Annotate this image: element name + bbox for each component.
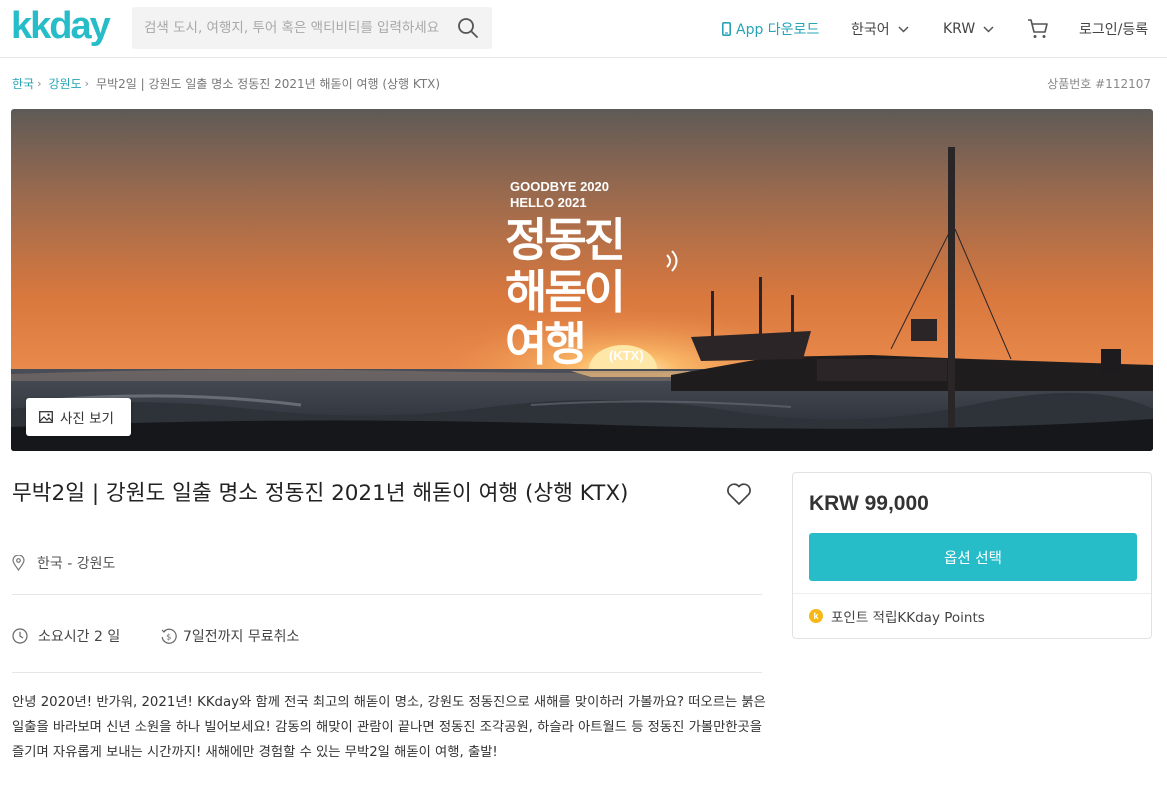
search-icon[interactable]: [457, 17, 479, 39]
product-title: 무박2일 | 강원도 일출 명소 정동진 2021년 해돋이 여행 (상행 KT…: [12, 481, 629, 506]
hero-big2: 해돋이: [505, 265, 623, 319]
divider: [12, 594, 762, 595]
cart-icon[interactable]: [1026, 17, 1050, 41]
price-card: KRW 99,000 옵션 선택 k 포인트 적립KKday Points: [792, 472, 1152, 639]
points-label: 포인트 적립KKday Points: [831, 610, 985, 626]
product-location: 한국 - 강원도: [12, 553, 115, 573]
chevron-right-icon: ›: [84, 77, 90, 90]
hero-line1: GOODBYE 2020: [510, 179, 609, 194]
breadcrumb-gangwon[interactable]: 강원도: [49, 75, 82, 92]
view-photos-label: 사진 보기: [60, 411, 114, 427]
search-input[interactable]: [132, 7, 442, 49]
cancellation-label: 7일전까지 무료취소: [183, 629, 300, 645]
kkday-coin-icon: k: [809, 609, 823, 623]
phone-icon: [722, 22, 731, 36]
product-number: 상품번호 #112107: [1047, 77, 1151, 91]
svg-text:kkday: kkday: [11, 7, 111, 47]
hero-big3: 여행: [505, 317, 584, 371]
breadcrumb-current: 무박2일 | 강원도 일출 명소 정동진 2021년 해돋이 여행 (상행 KT…: [96, 77, 441, 91]
heart-icon[interactable]: [726, 482, 752, 506]
location-label: 한국 - 강원도: [37, 556, 116, 572]
cancellation-info: $ 7일전까지 무료취소: [161, 626, 299, 646]
hero-big1: 정동진: [505, 213, 623, 267]
duration-info: 소요시간 2 일: [12, 626, 120, 646]
currency-label: KRW: [943, 21, 976, 37]
divider: [12, 672, 762, 673]
image-icon: [39, 411, 53, 423]
app-download-link[interactable]: App 다운로드: [722, 19, 819, 39]
product-description: 안녕 2020년! 반가워, 2021년! KKday와 함께 전국 최고의 해…: [12, 695, 766, 760]
site-header: kkday App 다운로드 한국어 KRW 로그인/등록: [0, 0, 1167, 58]
hero-tag: (KTX): [609, 348, 644, 363]
app-download-label: App 다운로드: [736, 22, 820, 38]
hero-image[interactable]: GOODBYE 2020 HELLO 2021 정동진 해돋이 여행 (KTX): [11, 109, 1153, 451]
sunrise-photo: GOODBYE 2020 HELLO 2021 정동진 해돋이 여행 (KTX): [11, 109, 1153, 451]
login-register-link[interactable]: 로그인/등록: [1079, 19, 1148, 39]
refund-icon: $: [161, 628, 177, 644]
location-pin-icon: [12, 555, 25, 571]
select-option-button[interactable]: 옵션 선택: [809, 533, 1137, 581]
kkday-logo-icon: kkday: [11, 7, 113, 47]
breadcrumb-korea[interactable]: 한국: [12, 75, 34, 92]
svg-text:$: $: [166, 633, 171, 642]
divider: [793, 593, 1151, 594]
currency-selector[interactable]: KRW: [943, 19, 994, 39]
chevron-down-icon: [898, 25, 909, 33]
login-label: 로그인/등록: [1079, 22, 1149, 38]
kkday-logo[interactable]: kkday: [11, 7, 113, 49]
breadcrumb: 한국 › 강원도 › 무박2일 | 강원도 일출 명소 정동진 2021년 해돋…: [12, 75, 440, 92]
points-info: k 포인트 적립KKday Points: [809, 606, 985, 626]
language-selector[interactable]: 한국어: [851, 19, 909, 39]
clock-icon: [12, 628, 28, 644]
language-label: 한국어: [851, 22, 890, 38]
chevron-right-icon: ›: [37, 77, 42, 90]
hero-line2: HELLO 2021: [510, 195, 587, 210]
price-value: KRW 99,000: [809, 492, 929, 515]
view-photos-button[interactable]: 사진 보기: [26, 398, 131, 436]
chevron-down-icon: [983, 25, 994, 33]
duration-label: 소요시간 2 일: [38, 629, 121, 645]
search-box: [132, 7, 492, 49]
